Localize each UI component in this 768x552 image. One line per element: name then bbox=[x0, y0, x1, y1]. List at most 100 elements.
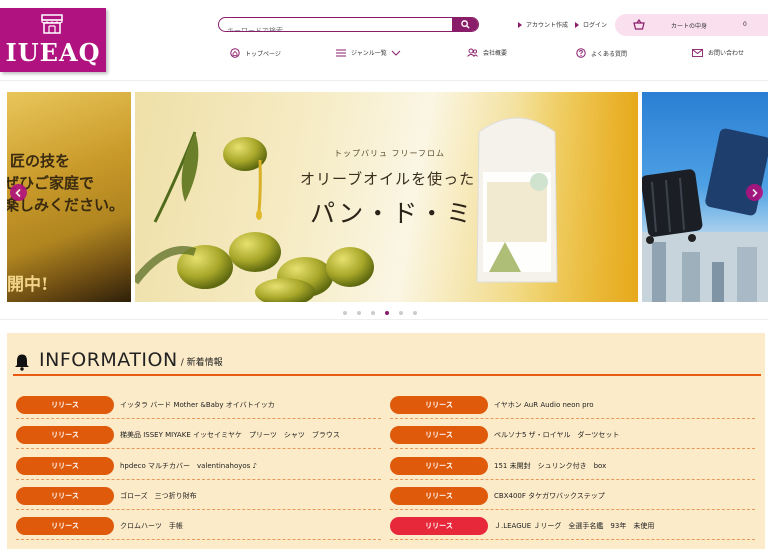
bell-icon bbox=[15, 354, 29, 371]
slide-headline: オリーブオイルを使った bbox=[300, 170, 476, 188]
dashed-divider bbox=[16, 479, 381, 480]
news-item[interactable]: リリース hpdeco マルチカバー valentinahoyos ♪ bbox=[16, 457, 381, 480]
news-item[interactable]: リリース Ｊ.LEAGUE Ｊリーグ 全選手名鑑 93年 未使用 bbox=[390, 517, 755, 540]
news-item[interactable]: リリース 梯美品 ISSEY MIYAKE イッセイミヤケ プリーツ シャツ ブ… bbox=[16, 426, 381, 449]
carousel-dot[interactable] bbox=[371, 311, 375, 315]
slide-product-name: パン・ド・ミ bbox=[310, 199, 474, 228]
release-badge: リリース bbox=[390, 457, 488, 475]
main-nav: トップページ ジャンル一覧 会社概要 よくある質問 お問い合わせ bbox=[0, 48, 768, 62]
information-rule bbox=[13, 374, 761, 376]
dashed-divider bbox=[390, 539, 755, 540]
dashed-divider bbox=[390, 418, 755, 419]
cart-count: 0 bbox=[743, 21, 747, 28]
news-item[interactable]: リリース イヤホン AuR Audio neon pro bbox=[390, 396, 755, 419]
news-text: クロムハーツ 手帳 bbox=[120, 522, 183, 530]
release-badge: リリース bbox=[16, 457, 114, 475]
slide-prev-bottom: 開中! bbox=[7, 275, 49, 295]
nav-label: トップページ bbox=[245, 50, 281, 58]
release-badge: リリース bbox=[16, 517, 114, 535]
login-label: ログイン bbox=[583, 22, 608, 29]
carousel-dot[interactable] bbox=[413, 311, 417, 315]
nav-item-top[interactable]: トップページ bbox=[230, 48, 281, 58]
search-input[interactable] bbox=[219, 24, 454, 31]
news-text: イヤホン AuR Audio neon pro bbox=[494, 401, 594, 409]
dashed-divider bbox=[390, 479, 755, 480]
dashed-divider bbox=[390, 448, 755, 449]
slide-subtitle: トップバリュ フリーフロム bbox=[334, 149, 446, 158]
dashed-divider bbox=[390, 509, 755, 510]
chevron-right-icon bbox=[752, 188, 758, 197]
news-item[interactable]: リリース ペルソナ5 ザ・ロイヤル ダーツセット bbox=[390, 426, 755, 449]
carousel-dots bbox=[343, 311, 417, 315]
search-icon bbox=[460, 20, 470, 29]
caret-right-icon bbox=[575, 21, 579, 28]
news-item[interactable]: リリース 151 未開封 シュリンク付き box bbox=[390, 457, 755, 480]
login-link[interactable]: ログイン bbox=[575, 20, 607, 29]
nav-item-faq[interactable]: よくある質問 bbox=[576, 48, 627, 58]
carousel-next-button[interactable] bbox=[746, 184, 763, 201]
cart-button[interactable]: カートの中身 0 bbox=[615, 14, 768, 36]
news-item[interactable]: リリース イッタラ バード Mother &Baby オイバトイッカ bbox=[16, 396, 381, 419]
people-icon bbox=[467, 48, 478, 57]
release-badge: リリース bbox=[390, 396, 488, 414]
nav-item-company[interactable]: 会社概要 bbox=[467, 48, 507, 57]
nav-item-genre[interactable]: ジャンル一覧 bbox=[336, 48, 406, 57]
slide-prev-text: 匠の技を ぜひご家庭で 楽しみください。 bbox=[7, 150, 124, 216]
slide-current[interactable]: トップバリュ フリーフロム オリーブオイルを使った パン・ド・ミ bbox=[135, 92, 638, 302]
news-text: 151 未開封 シュリンク付き box bbox=[494, 462, 607, 470]
carousel-dot[interactable] bbox=[357, 311, 361, 315]
site-logo[interactable]: IUEAQ bbox=[0, 8, 106, 72]
menu-icon bbox=[336, 49, 346, 56]
carousel-dot-active[interactable] bbox=[385, 311, 389, 315]
information-subtitle: / 新着情報 bbox=[180, 358, 223, 368]
basket-icon bbox=[633, 19, 645, 30]
nav-item-contact[interactable]: お問い合わせ bbox=[692, 48, 744, 57]
create-account-link[interactable]: アカウント作成 bbox=[518, 20, 568, 29]
header-divider bbox=[0, 80, 768, 81]
news-item[interactable]: リリース クロムハーツ 手帳 bbox=[16, 517, 381, 540]
release-badge: リリース bbox=[16, 396, 114, 414]
store-icon bbox=[41, 14, 63, 34]
information-section: INFORMATION / 新着情報 リリース イッタラ バード Mother … bbox=[7, 333, 765, 549]
nav-label: ジャンル一覧 bbox=[351, 50, 387, 57]
news-text: hpdeco マルチカバー valentinahoyos ♪ bbox=[120, 462, 258, 470]
release-badge: リリース bbox=[16, 426, 114, 444]
news-text: CBX400F タケガワバックステップ bbox=[494, 492, 605, 500]
nav-label: 会社概要 bbox=[483, 50, 508, 57]
dashed-divider bbox=[16, 539, 381, 540]
release-badge: リリース bbox=[16, 487, 114, 505]
chevron-left-icon bbox=[15, 188, 21, 197]
site-header: IUEAQ アカウント作成 ログイン カートの中身 0 トップページ bbox=[0, 0, 768, 80]
home-icon bbox=[230, 48, 240, 58]
chevron-down-icon bbox=[391, 50, 401, 56]
dashed-divider bbox=[16, 418, 381, 419]
nav-label: よくある質問 bbox=[591, 50, 628, 58]
search-button[interactable] bbox=[452, 18, 478, 31]
create-account-label: アカウント作成 bbox=[526, 22, 569, 29]
information-title: INFORMATION bbox=[39, 349, 178, 371]
release-badge: リリース bbox=[390, 487, 488, 505]
carousel-dot[interactable] bbox=[343, 311, 347, 315]
news-text: Ｊ.LEAGUE Ｊリーグ 全選手名鑑 93年 未使用 bbox=[494, 522, 655, 530]
news-text: イッタラ バード Mother &Baby オイバトイッカ bbox=[120, 401, 275, 409]
information-heading: INFORMATION / 新着情報 bbox=[13, 349, 223, 371]
release-badge: リリース bbox=[390, 517, 488, 535]
slide-prev-line: 匠の技を bbox=[10, 152, 71, 170]
search-bar bbox=[218, 17, 479, 32]
carousel-prev-button[interactable] bbox=[10, 184, 27, 201]
cart-label: カートの中身 bbox=[671, 23, 708, 30]
news-text: 梯美品 ISSEY MIYAKE イッセイミヤケ プリーツ シャツ ブラウス bbox=[120, 431, 340, 439]
dashed-divider bbox=[16, 448, 381, 449]
news-text: ゴローズ 三つ折り財布 bbox=[120, 492, 197, 500]
carousel-dot[interactable] bbox=[399, 311, 403, 315]
news-text: ペルソナ5 ザ・ロイヤル ダーツセット bbox=[494, 431, 620, 439]
question-icon bbox=[576, 48, 586, 58]
news-item[interactable]: リリース ゴローズ 三つ折り財布 bbox=[16, 487, 381, 510]
caret-right-icon bbox=[518, 21, 522, 28]
release-badge: リリース bbox=[390, 426, 488, 444]
mail-icon bbox=[692, 48, 703, 57]
dashed-divider bbox=[16, 509, 381, 510]
news-item[interactable]: リリース CBX400F タケガワバックステップ bbox=[390, 487, 755, 510]
nav-label: お問い合わせ bbox=[708, 50, 745, 57]
hero-carousel: 匠の技を ぜひご家庭で 楽しみください。 開中! トップバリュ フリーフロム オ… bbox=[0, 84, 768, 320]
